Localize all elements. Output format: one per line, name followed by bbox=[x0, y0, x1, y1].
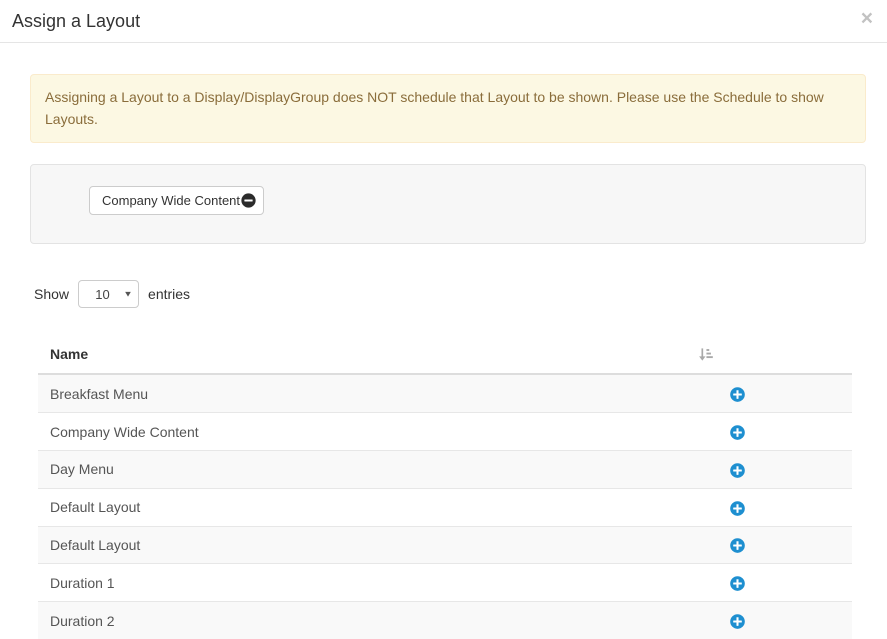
minus-circle-icon[interactable] bbox=[241, 193, 256, 208]
table-row: Company Wide Content bbox=[38, 413, 852, 451]
plus-circle-icon[interactable] bbox=[730, 501, 745, 516]
table-row: Day Menu bbox=[38, 450, 852, 488]
layout-action-cell bbox=[686, 488, 852, 526]
table-row: Duration 2 bbox=[38, 602, 852, 639]
layout-name-cell: Company Wide Content bbox=[38, 413, 686, 451]
plus-circle-icon[interactable] bbox=[730, 463, 745, 478]
layouts-table: Name bbox=[38, 335, 852, 639]
layout-name-cell: Duration 1 bbox=[38, 564, 686, 602]
layout-action-cell bbox=[686, 413, 852, 451]
entries-per-page-select[interactable]: 10 bbox=[78, 280, 139, 308]
layout-name-cell: Default Layout bbox=[38, 488, 686, 526]
entries-select-wrap: 10 ▼ bbox=[78, 280, 139, 308]
sort-amount-icon bbox=[698, 347, 713, 362]
warning-alert-text: Assigning a Layout to a Display/DisplayG… bbox=[45, 89, 824, 127]
layout-action-cell bbox=[686, 564, 852, 602]
close-button[interactable]: × bbox=[861, 8, 873, 29]
table-row: Breakfast Menu bbox=[38, 374, 852, 412]
layouts-table-wrap: Name bbox=[38, 335, 852, 639]
plus-circle-icon[interactable] bbox=[730, 538, 745, 553]
column-header-name[interactable]: Name bbox=[38, 335, 686, 374]
column-header-actions[interactable] bbox=[686, 335, 852, 374]
warning-alert: Assigning a Layout to a Display/DisplayG… bbox=[30, 74, 866, 143]
assigned-layout-chip-label: Company Wide Content bbox=[102, 193, 240, 208]
layout-action-cell bbox=[686, 450, 852, 488]
plus-circle-icon[interactable] bbox=[730, 576, 745, 591]
modal-header: Assign a Layout × bbox=[0, 0, 887, 43]
modal-title: Assign a Layout bbox=[12, 11, 140, 32]
plus-circle-icon[interactable] bbox=[730, 387, 745, 402]
plus-circle-icon[interactable] bbox=[730, 425, 745, 440]
layout-name-cell: Default Layout bbox=[38, 526, 686, 564]
layout-action-cell bbox=[686, 526, 852, 564]
table-row: Default Layout bbox=[38, 526, 852, 564]
close-icon: × bbox=[861, 7, 873, 30]
layout-name-cell: Day Menu bbox=[38, 450, 686, 488]
entries-label: entries bbox=[148, 286, 190, 302]
assign-layout-modal: Assign a Layout × Assigning a Layout to … bbox=[0, 0, 887, 639]
layout-name-cell: Duration 2 bbox=[38, 602, 686, 639]
layout-action-cell bbox=[686, 374, 852, 412]
table-header-row: Name bbox=[38, 335, 852, 374]
table-row: Default Layout bbox=[38, 488, 852, 526]
assigned-layouts-panel: Company Wide Content bbox=[30, 164, 866, 244]
table-row: Duration 1 bbox=[38, 564, 852, 602]
plus-circle-icon[interactable] bbox=[730, 614, 745, 629]
layout-name-cell: Breakfast Menu bbox=[38, 374, 686, 412]
assigned-layout-chip: Company Wide Content bbox=[89, 186, 264, 215]
layout-action-cell bbox=[686, 602, 852, 639]
show-label: Show bbox=[34, 286, 69, 302]
length-control: Show 10 ▼ entries bbox=[34, 280, 887, 308]
